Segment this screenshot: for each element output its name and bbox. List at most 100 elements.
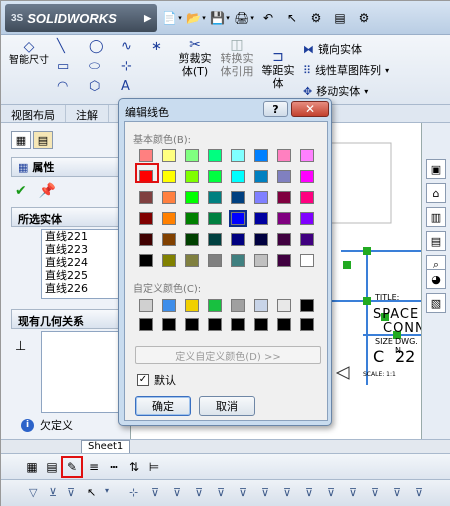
basic-color-swatch[interactable] xyxy=(208,254,222,267)
basic-color-swatch[interactable] xyxy=(231,191,245,204)
basic-color-swatch[interactable] xyxy=(185,212,199,225)
basic-color-swatch[interactable] xyxy=(277,254,291,267)
basic-color-swatch[interactable] xyxy=(208,233,222,246)
selected-entities-list[interactable]: 直线221 直线223 直线224 直线225 直线226 xyxy=(41,229,129,299)
filter-vertices-icon[interactable]: ⊹ xyxy=(129,486,138,499)
custom-color-swatch[interactable] xyxy=(208,299,222,312)
filter-blocks-icon[interactable]: ⊽ xyxy=(305,486,313,499)
select-arrow-icon[interactable]: ↖ xyxy=(87,486,96,499)
basic-color-swatch[interactable] xyxy=(185,149,199,162)
rebuild-icon[interactable]: ⚙ xyxy=(305,9,327,27)
design-library-icon[interactable]: ▥ xyxy=(426,207,446,227)
custom-color-swatch[interactable] xyxy=(277,318,291,331)
filter-annotation-icon[interactable]: ⊽ xyxy=(283,486,291,499)
filter-edges-icon[interactable]: ⊽ xyxy=(67,486,75,499)
save-icon[interactable]: 💾 ▾ xyxy=(209,9,231,27)
basic-color-swatch[interactable] xyxy=(231,254,245,267)
basic-color-swatch[interactable] xyxy=(208,212,222,225)
basic-color-swatch[interactable] xyxy=(208,170,222,183)
custom-color-swatch[interactable] xyxy=(162,299,176,312)
trim-entities-button[interactable]: ✂ 剪裁实 体(T) xyxy=(177,38,213,78)
smart-dimension-button[interactable]: ◇ 智能尺寸 xyxy=(9,40,49,67)
linear-pattern-button[interactable]: ⠿ 线性草图阵列 ▾ xyxy=(303,62,389,78)
basic-color-swatch[interactable] xyxy=(254,233,268,246)
filter-welds-icon[interactable]: ⊽ xyxy=(327,486,335,499)
basic-color-swatch[interactable] xyxy=(162,254,176,267)
confirm-check-icon[interactable]: ✔ xyxy=(15,183,27,199)
appearances-icon[interactable]: ◕ xyxy=(426,269,446,289)
pushpin-icon[interactable]: 📌 xyxy=(39,183,56,199)
menu-arrow-icon[interactable]: ▶ xyxy=(144,13,151,24)
custom-properties-icon[interactable]: ▧ xyxy=(426,293,446,313)
default-checkbox-row[interactable]: ✓ 默认 xyxy=(137,372,176,388)
layer-icon[interactable]: ▤ xyxy=(43,458,61,476)
property-manager-icon[interactable]: ▤ xyxy=(33,131,53,149)
list-item[interactable]: 直线223 xyxy=(42,243,128,256)
basic-color-swatch[interactable] xyxy=(139,254,153,267)
basic-color-swatch[interactable] xyxy=(277,149,291,162)
custom-color-swatch[interactable] xyxy=(300,299,314,312)
list-item[interactable]: 直线226 xyxy=(42,282,128,295)
solidworks-logo[interactable]: 3S SOLIDWORKS ▶ xyxy=(5,4,157,32)
basic-color-swatch[interactable] xyxy=(254,170,268,183)
custom-color-swatch[interactable] xyxy=(254,318,268,331)
filter-tables-icon[interactable]: ⊽ xyxy=(349,486,357,499)
filter-points-icon[interactable]: ⊽ xyxy=(371,486,379,499)
line-style-icon[interactable]: ┅ xyxy=(105,458,123,476)
basic-color-swatch[interactable] xyxy=(208,191,222,204)
basic-color-swatch[interactable] xyxy=(162,233,176,246)
polygon-icon[interactable]: ⬡ xyxy=(89,79,100,94)
mirror-entities-button[interactable]: ⧓ 镜向实体 xyxy=(303,41,362,57)
custom-color-swatch[interactable] xyxy=(139,318,153,331)
list-item[interactable]: 直线225 xyxy=(42,269,128,282)
basic-color-swatch[interactable] xyxy=(185,191,199,204)
custom-color-swatch[interactable] xyxy=(185,299,199,312)
default-checkbox[interactable]: ✓ xyxy=(137,374,149,386)
file-properties-icon[interactable]: ▤ xyxy=(329,9,351,27)
chevron-down-icon[interactable]: ▾ xyxy=(105,486,109,495)
print-icon[interactable]: 🖨 ▾ xyxy=(233,9,255,27)
list-item[interactable]: 直线221 xyxy=(42,230,128,243)
move-entities-button[interactable]: ✥ 移动实体 ▾ xyxy=(303,83,368,99)
custom-color-swatch[interactable] xyxy=(162,318,176,331)
line-icon[interactable]: ╲ xyxy=(57,39,65,54)
define-custom-colors-button[interactable]: 定义自定义颜色(D) >> xyxy=(135,346,321,364)
chevron-down-icon[interactable]: ▾ xyxy=(385,66,389,75)
basic-color-swatch[interactable] xyxy=(162,212,176,225)
custom-color-swatch[interactable] xyxy=(139,299,153,312)
text-icon[interactable]: A xyxy=(121,79,130,94)
custom-color-swatch[interactable] xyxy=(231,318,245,331)
basic-color-swatch[interactable] xyxy=(277,233,291,246)
select-arrow-icon[interactable]: ↖ xyxy=(281,9,303,27)
layer-properties-icon[interactable]: ▦ xyxy=(23,458,41,476)
list-item[interactable]: 直线224 xyxy=(42,256,128,269)
basic-color-swatch[interactable] xyxy=(139,191,153,204)
convert-entities-button[interactable]: ◫ 转换实 体引用 xyxy=(217,38,257,78)
filter-notes-icon[interactable]: ⊽ xyxy=(195,486,203,499)
basic-color-swatch[interactable] xyxy=(300,149,314,162)
basic-color-swatch[interactable] xyxy=(231,170,245,183)
basic-color-swatch[interactable] xyxy=(277,191,291,204)
options-icon[interactable]: ⚙ xyxy=(353,9,375,27)
filter-centerlines-icon[interactable]: ⊽ xyxy=(393,486,401,499)
filter-surface-icon[interactable]: ⊽ xyxy=(217,486,225,499)
hide-show-edges-icon[interactable]: ⇅ xyxy=(125,458,143,476)
filter-gtol-icon[interactable]: ⊽ xyxy=(415,486,423,499)
arc-icon[interactable]: ◠ xyxy=(57,79,68,94)
basic-color-swatch[interactable] xyxy=(300,170,314,183)
circle-icon[interactable]: ◯ xyxy=(89,39,104,54)
custom-color-swatch[interactable] xyxy=(277,299,291,312)
filter-faces-icon[interactable]: ⊽ xyxy=(151,486,159,499)
filter-all-icon[interactable]: ⊻ xyxy=(49,486,57,499)
filter-datum-icon[interactable]: ⊽ xyxy=(239,486,247,499)
file-explorer-icon[interactable]: ▤ xyxy=(426,231,446,251)
home-icon[interactable]: ⌂ xyxy=(426,183,446,203)
basic-color-swatch[interactable] xyxy=(185,170,199,183)
help-button[interactable]: ? xyxy=(263,101,288,117)
custom-color-swatch[interactable] xyxy=(300,318,314,331)
custom-color-swatch[interactable] xyxy=(254,299,268,312)
feature-tree-icon[interactable]: ▦ xyxy=(11,131,31,149)
new-document-icon[interactable]: 📄 ▾ xyxy=(161,9,183,27)
basic-color-swatch[interactable] xyxy=(162,191,176,204)
basic-color-swatch[interactable] xyxy=(300,254,314,267)
